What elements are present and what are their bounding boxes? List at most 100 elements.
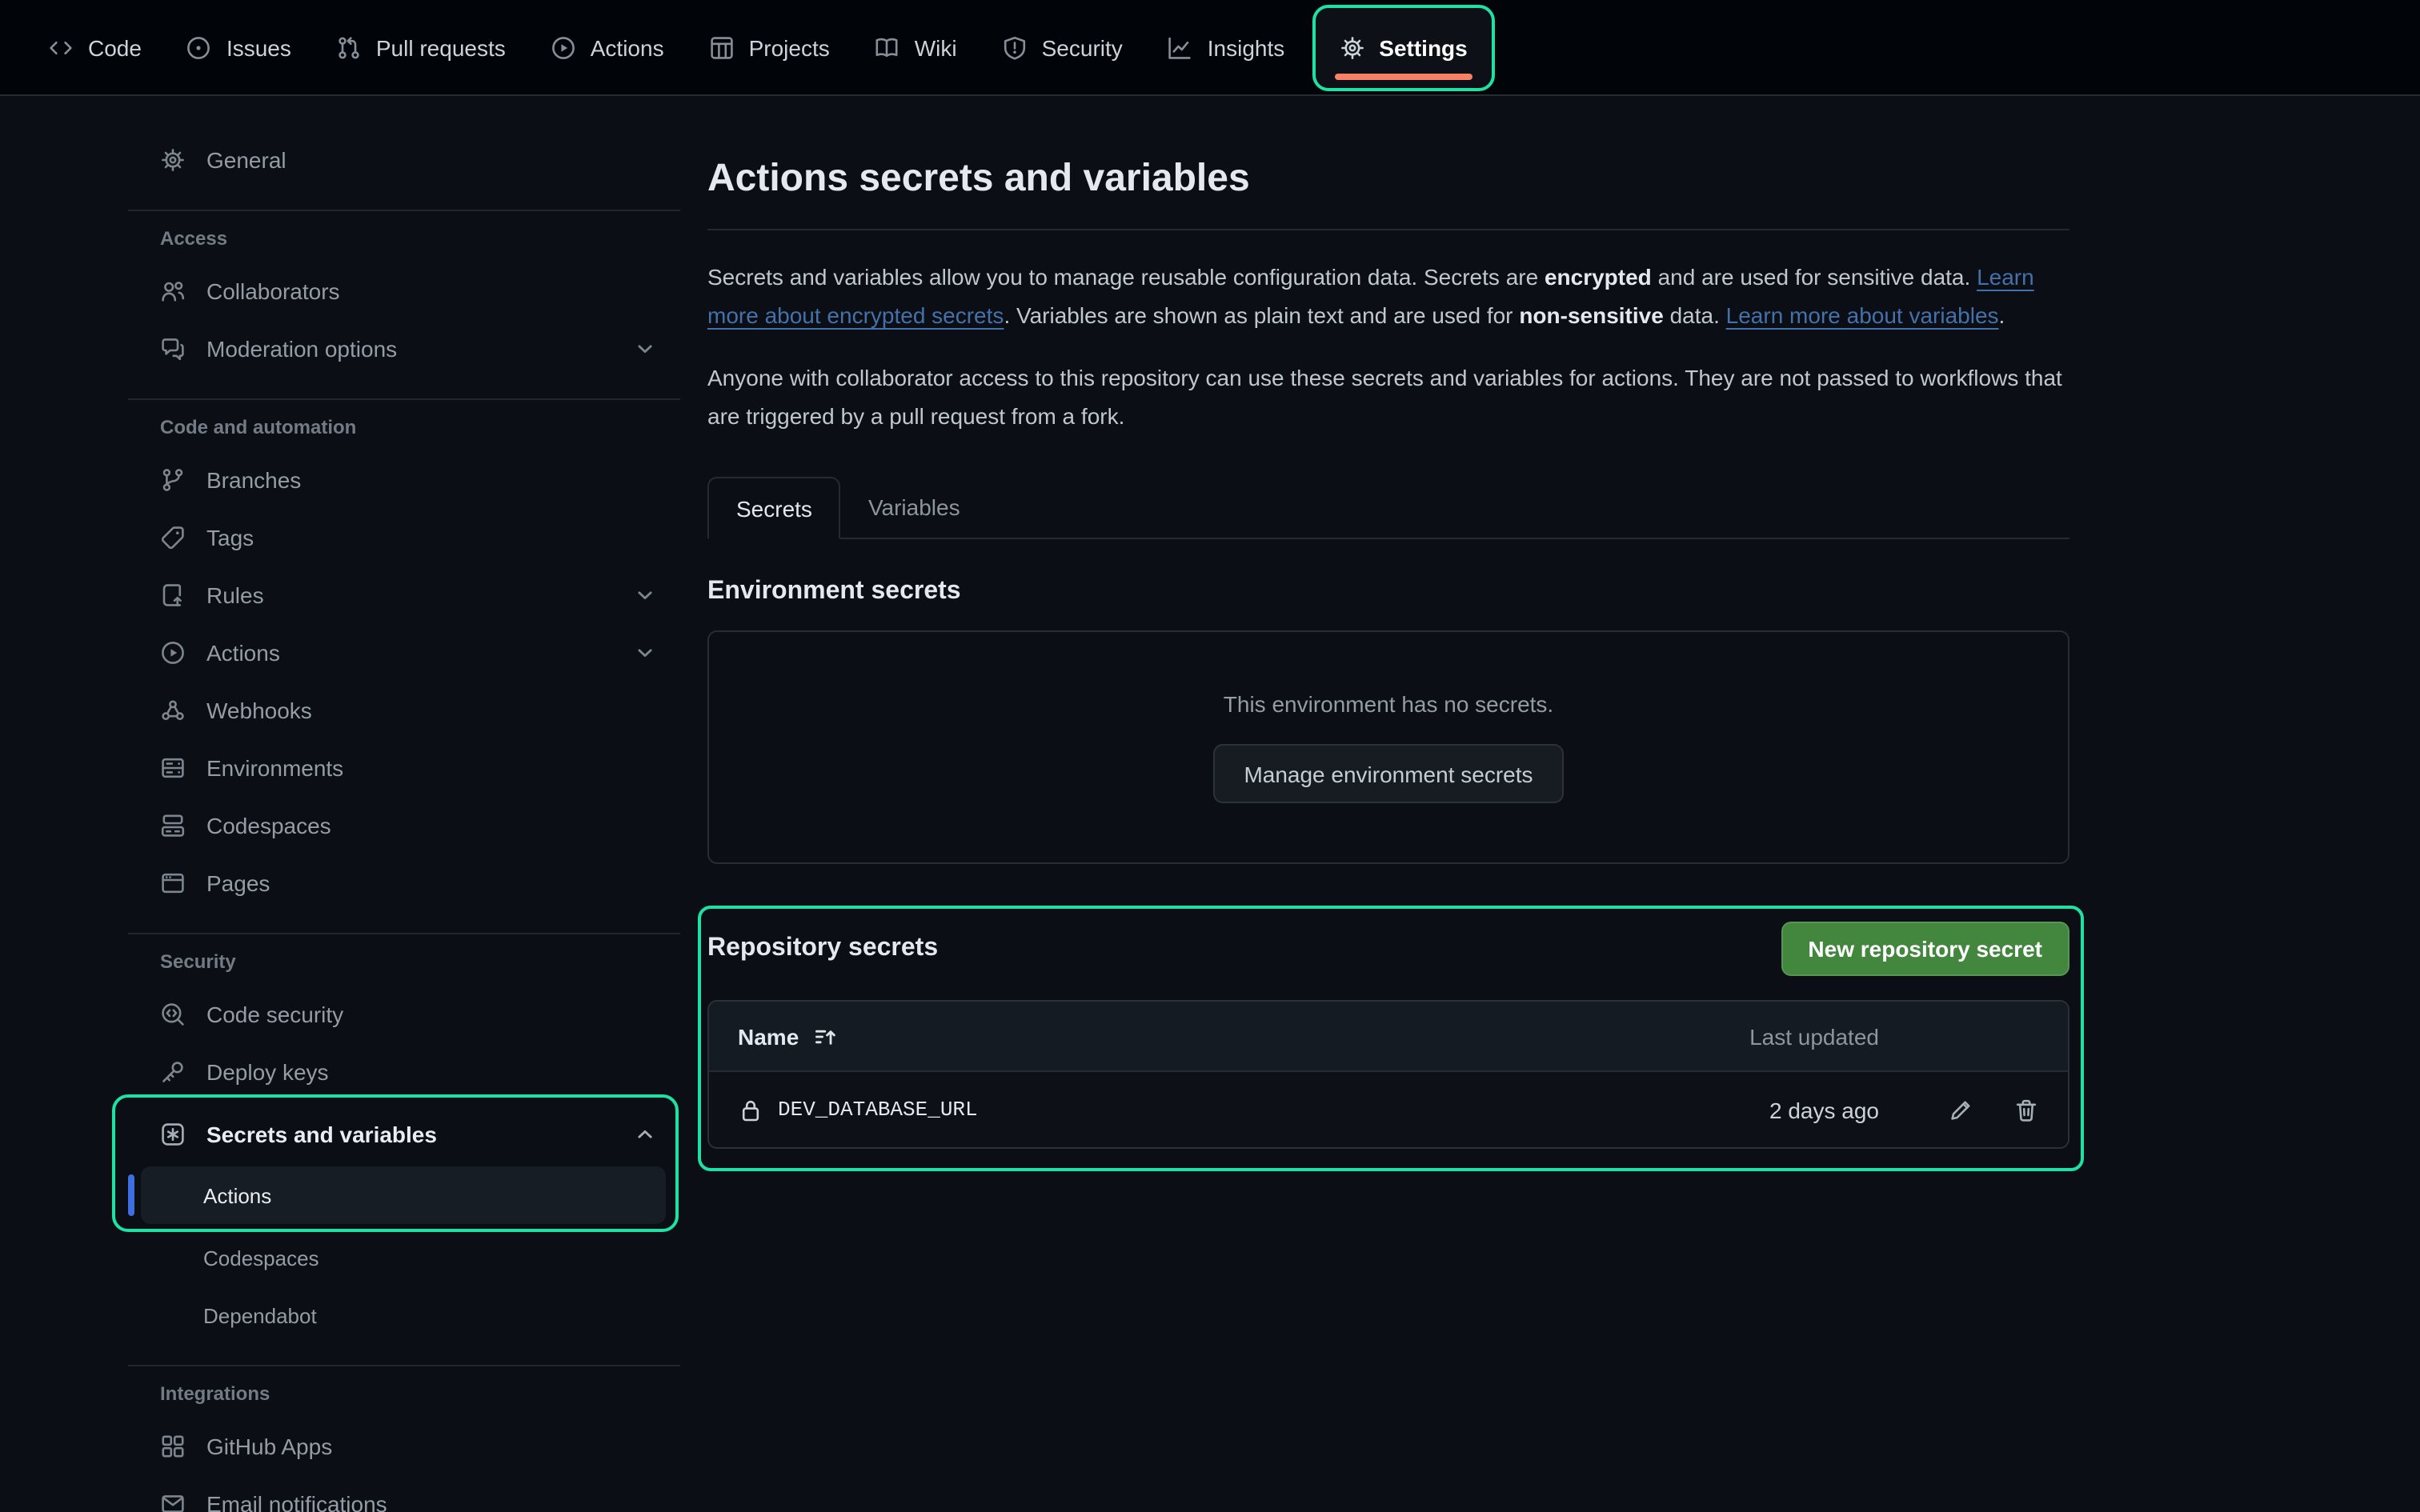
- sidebar-item-deploy-keys[interactable]: Deploy keys: [128, 1043, 680, 1101]
- sidebar-divider: [128, 1365, 680, 1366]
- sidebar-divider: [128, 398, 680, 400]
- sidebar-item-tags[interactable]: Tags: [128, 509, 680, 566]
- code-icon: [48, 34, 74, 60]
- sidebar-item-label: Code security: [206, 1002, 343, 1027]
- secret-row-actions: [1879, 1097, 2039, 1122]
- git-pull-request-icon: [336, 34, 362, 60]
- desc-text: and are used for sensitive data.: [1652, 264, 1977, 290]
- nav-tab-projects[interactable]: Projects: [687, 0, 852, 94]
- sidebar-section-code-automation: Code and automation: [128, 416, 680, 438]
- issue-opened-icon: [186, 34, 212, 60]
- mail-icon: [160, 1491, 186, 1512]
- sidebar-item-email-notifications[interactable]: Email notifications: [128, 1475, 680, 1512]
- sidebar-item-general[interactable]: General: [128, 131, 680, 189]
- link-variables[interactable]: Learn more about variables: [1726, 302, 1999, 327]
- nav-tab-code[interactable]: Code: [26, 0, 164, 94]
- table-header-row: Name Last updated: [709, 1002, 2068, 1072]
- nav-tab-label: Issues: [226, 34, 291, 60]
- play-icon: [551, 34, 576, 60]
- nav-tab-label: Pull requests: [376, 34, 506, 60]
- sidebar-divider: [128, 933, 680, 934]
- desc-text: .: [1999, 302, 2005, 327]
- sidebar-item-label: Webhooks: [206, 698, 312, 723]
- shield-icon: [1002, 34, 1028, 60]
- browser-icon: [160, 870, 186, 896]
- sidebar-section-security: Security: [128, 950, 680, 973]
- git-branch-icon: [160, 467, 186, 493]
- tag-icon: [160, 525, 186, 550]
- nav-tab-label: Insights: [1208, 34, 1285, 60]
- nav-tab-insights[interactable]: Insights: [1145, 0, 1308, 94]
- sidebar-section-access: Access: [128, 227, 680, 250]
- sidebar-item-code-security[interactable]: Code security: [128, 986, 680, 1043]
- book-icon: [875, 34, 900, 60]
- sidebar-item-actions[interactable]: Actions: [128, 624, 680, 682]
- secret-last-updated: 2 days ago: [1671, 1097, 1879, 1122]
- title-divider: [707, 229, 2069, 230]
- sidebar-subitem-label: Actions: [203, 1183, 271, 1207]
- nav-tab-security[interactable]: Security: [980, 0, 1145, 94]
- sidebar-item-label: Email notifications: [206, 1491, 387, 1512]
- sidebar-subitem-dependabot[interactable]: Dependabot: [128, 1286, 680, 1344]
- nav-tab-label: Projects: [749, 34, 830, 60]
- sidebar-item-label: Moderation options: [206, 336, 397, 362]
- sidebar-item-branches[interactable]: Branches: [128, 451, 680, 509]
- nav-tab-actions[interactable]: Actions: [528, 0, 687, 94]
- sidebar-item-label: Deploy keys: [206, 1059, 329, 1085]
- tab-secrets[interactable]: Secrets: [707, 477, 841, 539]
- sidebar-item-label: Environments: [206, 755, 343, 781]
- codescan-icon: [160, 1002, 186, 1027]
- secret-name: DEV_DATABASE_URL: [778, 1098, 978, 1122]
- page-title: Actions secrets and variables: [707, 155, 2069, 203]
- chevron-down-icon: [632, 582, 658, 608]
- column-header-name[interactable]: Name: [738, 1023, 1671, 1049]
- sidebar-divider: [128, 210, 680, 211]
- sidebar-subitem-actions[interactable]: Actions: [141, 1166, 666, 1224]
- tab-variables[interactable]: Variables: [841, 477, 988, 538]
- sidebar-item-label: Codespaces: [206, 813, 331, 838]
- sidebar-item-rules[interactable]: Rules: [128, 566, 680, 624]
- main-content: Actions secrets and variables Secrets an…: [707, 96, 2069, 1149]
- sidebar-item-moderation-options[interactable]: Moderation options: [128, 320, 680, 378]
- edit-pencil-icon[interactable]: [1948, 1097, 1973, 1122]
- active-tab-underline: [1334, 73, 1472, 79]
- sidebar-item-secrets-and-variables[interactable]: Secrets and variables: [128, 1106, 680, 1163]
- people-icon: [160, 278, 186, 304]
- repo-nav: Code Issues Pull requests Actions Projec…: [0, 0, 2420, 96]
- sidebar-item-label: Tags: [206, 525, 254, 550]
- delete-trash-icon[interactable]: [2013, 1097, 2039, 1122]
- sidebar-item-environments[interactable]: Environments: [128, 739, 680, 797]
- key-icon: [160, 1059, 186, 1085]
- sidebar-item-webhooks[interactable]: Webhooks: [128, 682, 680, 739]
- name-column-label: Name: [738, 1023, 799, 1049]
- chevron-down-icon: [632, 640, 658, 666]
- nav-tab-label: Security: [1042, 34, 1123, 60]
- sidebar-item-pages[interactable]: Pages: [128, 854, 680, 912]
- manage-environment-secrets-button[interactable]: Manage environment secrets: [1213, 744, 1563, 803]
- sidebar-item-label: General: [206, 147, 286, 173]
- sidebar-item-codespaces[interactable]: Codespaces: [128, 797, 680, 854]
- webhook-icon: [160, 698, 186, 723]
- settings-annotation-box: Settings: [1312, 4, 1494, 90]
- desc-text: Secrets and variables allow you to manag…: [707, 264, 1545, 290]
- codespaces-icon: [160, 813, 186, 838]
- sidebar-item-github-apps[interactable]: GitHub Apps: [128, 1418, 680, 1475]
- nav-tab-issues[interactable]: Issues: [164, 0, 314, 94]
- repository-secrets-header: Repository secrets New repository secret: [707, 922, 2069, 976]
- chevron-up-icon: [632, 1122, 658, 1147]
- nav-tab-pull-requests[interactable]: Pull requests: [314, 0, 528, 94]
- sidebar-subitem-label: Dependabot: [203, 1303, 317, 1327]
- comment-discussion-icon: [160, 336, 186, 362]
- secrets-and-variables-group: Secrets and variables Actions: [128, 1106, 680, 1224]
- description-paragraph-2: Anyone with collaborator access to this …: [707, 360, 2069, 435]
- new-repository-secret-button[interactable]: New repository secret: [1781, 922, 2069, 976]
- sidebar-item-collaborators[interactable]: Collaborators: [128, 262, 680, 320]
- sidebar-subitem-codespaces[interactable]: Codespaces: [128, 1229, 680, 1286]
- repository-secrets-heading: Repository secrets: [707, 934, 938, 963]
- github-settings-page: Code Issues Pull requests Actions Projec…: [0, 0, 2420, 1512]
- selected-indicator-bar: [128, 1174, 134, 1216]
- nav-tab-wiki[interactable]: Wiki: [852, 0, 980, 94]
- secrets-variables-tabnav: Secrets Variables: [707, 477, 2069, 539]
- table-icon: [709, 34, 735, 60]
- nav-tab-label: Settings: [1379, 34, 1467, 60]
